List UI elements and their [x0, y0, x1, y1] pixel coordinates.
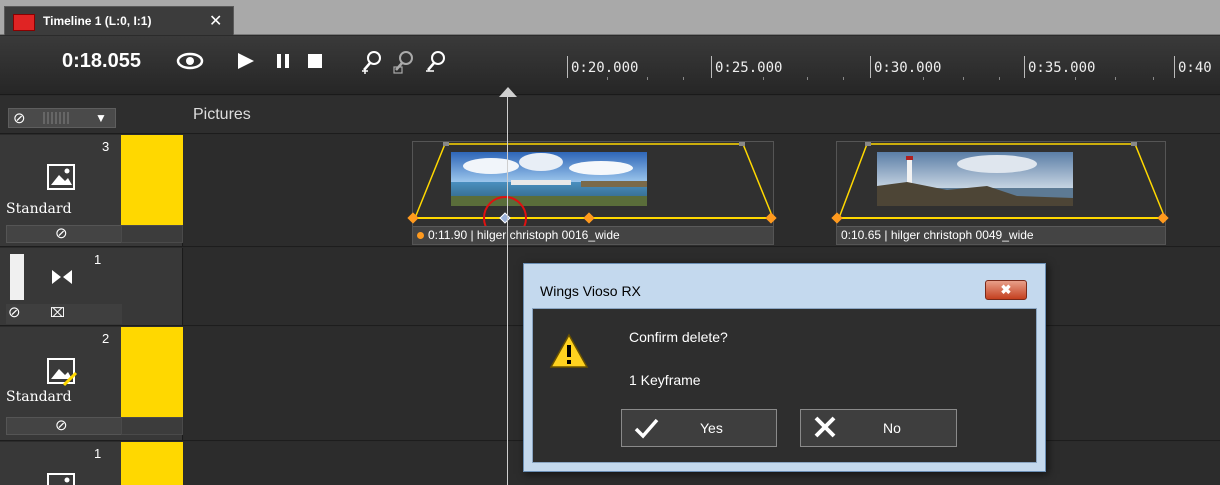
yes-button-label: Yes — [700, 420, 723, 436]
dialog-close-button[interactable]: ✖ — [985, 280, 1027, 300]
check-icon — [632, 412, 660, 449]
zoom-in-icon[interactable] — [360, 50, 386, 79]
clip-thumbnail — [451, 152, 647, 206]
track-filter-control[interactable]: ⊘ ▼ — [8, 108, 116, 128]
ruler-minor-tick — [683, 77, 684, 80]
track-header[interactable]: 1 — [0, 442, 183, 485]
tab-strip: Timeline 1 (L:0, I:1) ✕ — [0, 0, 1220, 35]
opacity-level-text: 100 % — [131, 401, 163, 413]
playhead-handle-icon[interactable] — [499, 86, 517, 100]
picture-edit-icon — [46, 357, 78, 390]
stop-icon[interactable] — [306, 50, 324, 77]
no-button[interactable]: No — [800, 409, 957, 447]
opacity-level-bar[interactable] — [121, 135, 183, 225]
track-number: 1 — [94, 252, 102, 267]
track-footer-extra — [121, 225, 183, 243]
confirm-delete-dialog: Wings Vioso RX ✖ Confirm delete? 1 Keyfr… — [523, 263, 1046, 472]
disable-icon[interactable]: ⊘ — [13, 109, 26, 127]
ruler-label: 0:30.000 — [874, 60, 942, 76]
media-clip[interactable]: 0:11.90 | hilger christoph 0016_wide — [407, 141, 777, 245]
ruler-minor-tick — [923, 77, 924, 80]
dropdown-arrow-icon[interactable]: ▼ — [95, 111, 107, 125]
ruler-tick — [711, 56, 712, 78]
marker-icon[interactable]: ⌧ — [50, 305, 65, 321]
ruler-tick — [567, 56, 568, 78]
pattern-icon[interactable] — [43, 112, 71, 124]
ruler-tick — [1024, 56, 1025, 78]
opacity-level-bar[interactable] — [121, 442, 183, 485]
media-clip[interactable]: 0:10.65 | hilger christoph 0049_wide — [831, 141, 1169, 245]
ruler-minor-tick — [1115, 77, 1116, 80]
ruler-minor-tick — [607, 77, 608, 80]
warning-icon — [549, 333, 589, 372]
ruler-minor-tick — [763, 77, 764, 80]
track-3: 3 Standard 100 % ⊘ 0:11.90 | hilger chri… — [0, 135, 1220, 247]
dialog-detail: 1 Keyframe — [629, 372, 701, 388]
tab-timeline-1[interactable]: Timeline 1 (L:0, I:1) ✕ — [4, 6, 234, 35]
track-type-label: Standard — [6, 389, 72, 405]
track-footer: ⊘ — [6, 225, 122, 243]
play-icon[interactable] — [236, 50, 256, 77]
clip-status-dot — [417, 232, 424, 239]
timecode-display: 0:18.055 — [62, 50, 141, 72]
time-ruler[interactable]: 0:20.000 0:25.000 0:30.000 0:35.000 0:40 — [563, 36, 1220, 95]
layer-title: Pictures — [193, 106, 251, 123]
timeline-toolbar: 0:18.055 0:20.000 0:25.000 0:30.000 0:35… — [0, 36, 1220, 95]
picture-icon — [46, 163, 76, 194]
track-type-label: Standard — [6, 201, 72, 217]
clip-label-bar: 0:11.90 | hilger christoph 0016_wide — [413, 226, 773, 244]
dialog-body: Confirm delete? 1 Keyframe Yes No — [532, 308, 1037, 463]
track-number: 1 — [94, 446, 102, 461]
ruler-label: 0:40 — [1178, 60, 1212, 76]
track-number: 2 — [102, 331, 110, 346]
track-list-header: ⊘ ▼ Pictures — [0, 96, 1220, 134]
playhead-line[interactable] — [507, 95, 508, 485]
zoom-fit-icon[interactable] — [392, 50, 418, 79]
track-footer-extra — [121, 417, 183, 435]
transition-icon — [51, 268, 73, 289]
ruler-label: 0:25.000 — [715, 60, 783, 76]
zoom-out-icon[interactable] — [424, 50, 450, 79]
dialog-title: Wings Vioso RX — [540, 283, 641, 299]
cross-icon — [811, 412, 839, 449]
ruler-tick — [1174, 56, 1175, 78]
clip-label: 0:11.90 | hilger christoph 0016_wide — [428, 228, 620, 242]
track-header[interactable]: 3 Standard 100 % ⊘ — [0, 135, 183, 246]
ruler-minor-tick — [1075, 77, 1076, 80]
track-footer: ⊘ — [6, 417, 122, 435]
dialog-message: Confirm delete? — [629, 329, 728, 345]
no-button-label: No — [883, 420, 901, 436]
track-footer: ⊘ ⌧ — [6, 304, 122, 324]
ruler-minor-tick — [999, 77, 1000, 80]
track-header[interactable]: 1 ⊘ ⌧ — [0, 248, 183, 325]
track-header[interactable]: 2 Standard 100 % ⊘ — [0, 327, 183, 440]
pause-icon[interactable] — [274, 50, 292, 77]
clip-label: 0:10.65 | hilger christoph 0049_wide — [841, 228, 1034, 242]
tab-close-icon[interactable]: ✕ — [209, 11, 222, 31]
tab-label: Timeline 1 (L:0, I:1) — [43, 14, 152, 28]
clip-label-bar: 0:10.65 | hilger christoph 0049_wide — [837, 226, 1165, 244]
track-number: 3 — [102, 139, 110, 154]
disable-track-icon[interactable]: ⊘ — [55, 224, 68, 242]
clip-thumbnail — [877, 152, 1073, 206]
yes-button[interactable]: Yes — [621, 409, 777, 447]
disable-track-icon[interactable]: ⊘ — [8, 303, 21, 321]
ruler-minor-tick — [1153, 77, 1154, 80]
ruler-label: 0:20.000 — [571, 60, 639, 76]
track-level-indicator — [10, 254, 24, 300]
ruler-minor-tick — [843, 77, 844, 80]
tab-color-swatch — [13, 14, 35, 31]
ruler-label: 0:35.000 — [1028, 60, 1096, 76]
eye-icon[interactable] — [176, 50, 204, 77]
ruler-minor-tick — [647, 77, 648, 80]
ruler-minor-tick — [963, 77, 964, 80]
picture-icon — [46, 472, 76, 485]
ruler-tick — [870, 56, 871, 78]
track-content[interactable]: 0:11.90 | hilger christoph 0016_wide 0:1… — [184, 135, 1220, 246]
disable-track-icon[interactable]: ⊘ — [55, 416, 68, 434]
ruler-minor-tick — [807, 77, 808, 80]
